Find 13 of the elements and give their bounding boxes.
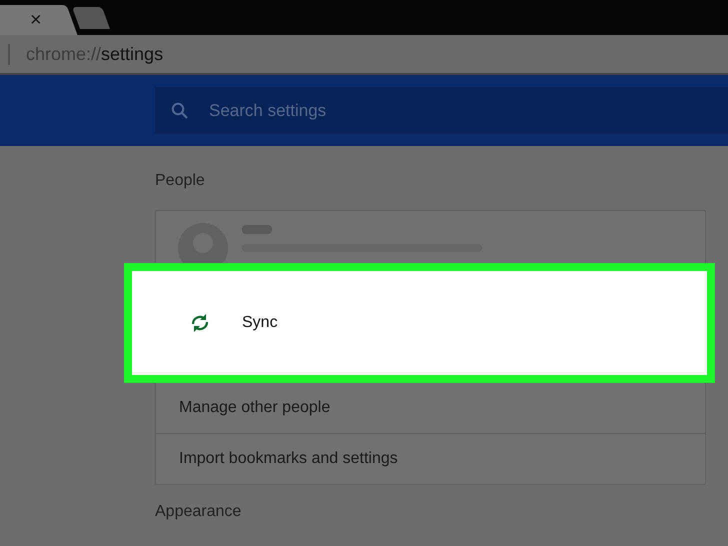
search-field[interactable]: Search settings [155, 87, 728, 134]
settings-row[interactable]: Manage other people [156, 383, 705, 433]
section-title: Appearance [155, 503, 242, 522]
sync-icon [190, 312, 210, 334]
close-icon[interactable]: × [30, 10, 42, 30]
section-title: People [155, 172, 206, 191]
browser-tab[interactable] [72, 7, 110, 29]
browser-tab[interactable]: × [0, 5, 78, 35]
sync-label: Sync [242, 314, 278, 332]
sync-row[interactable]: Sync [124, 263, 715, 383]
search-icon [171, 102, 189, 120]
settings-row[interactable]: Import bookmarks and settings [156, 433, 705, 484]
avatar-icon [178, 223, 228, 263]
